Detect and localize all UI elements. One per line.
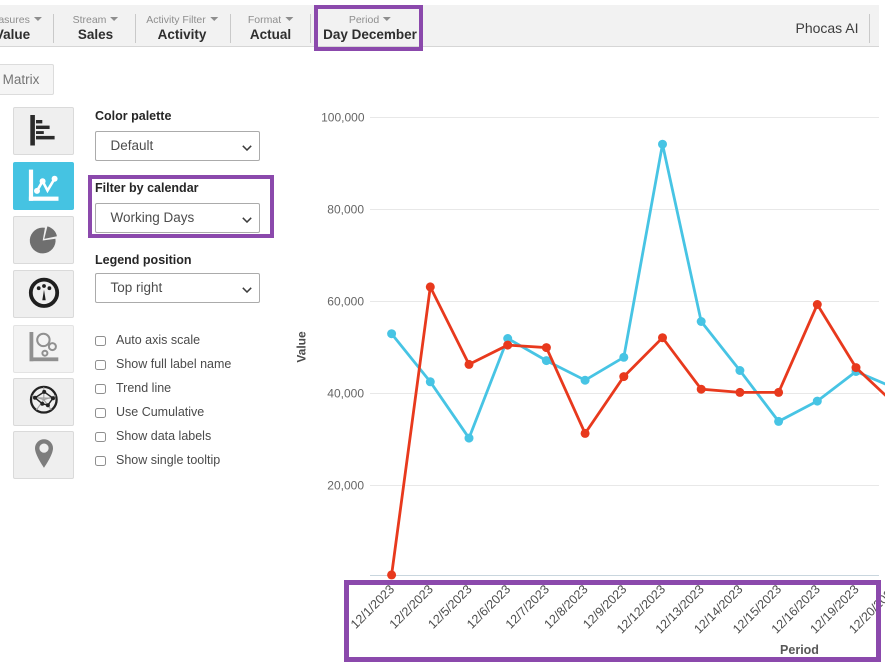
svg-text:Value: Value <box>295 331 309 363</box>
svg-text:60,000: 60,000 <box>327 295 364 309</box>
svg-text:20,000: 20,000 <box>327 479 364 493</box>
svg-text:80,000: 80,000 <box>327 203 364 217</box>
svg-text:100,000: 100,000 <box>321 111 365 125</box>
svg-text:40,000: 40,000 <box>327 387 364 401</box>
